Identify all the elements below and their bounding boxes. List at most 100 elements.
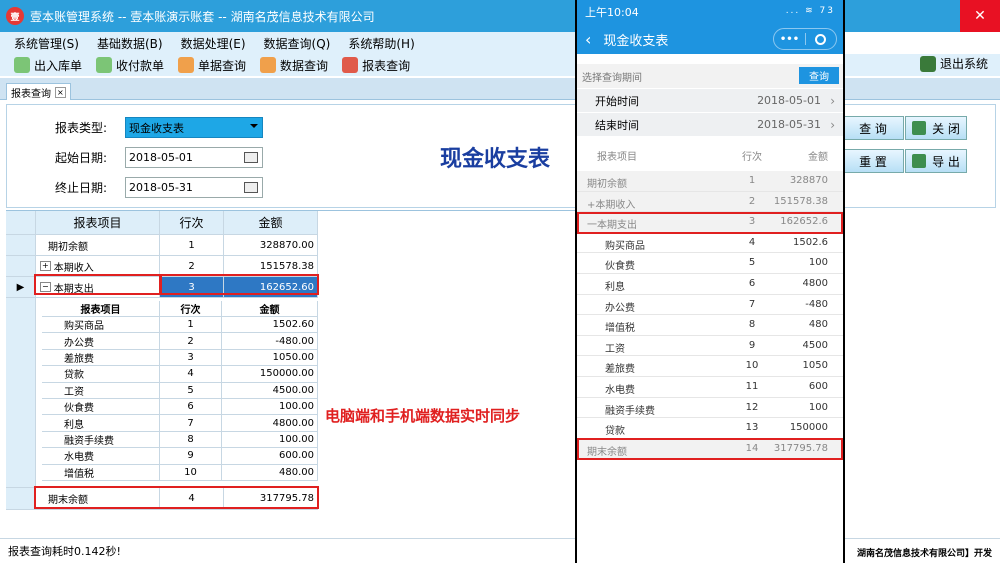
export-button[interactable]: 导 出 [905,149,967,173]
sub-row-name[interactable]: 融资手续费 [42,431,160,449]
exit-system-button[interactable]: 退出系统 [919,55,988,72]
phone-title: 现金收支表 [603,33,669,49]
chevron-right-icon: › [830,117,835,132]
sub-row-amount[interactable]: 100.00 [222,431,318,449]
back-icon[interactable]: ‹ [585,30,591,49]
menu-basic-data[interactable]: 基础数据(B) [97,35,163,52]
mobile-row-name: +本期收入 [587,199,636,211]
query-button[interactable]: 查 询 [842,116,904,140]
sub-row-line[interactable]: 3 [160,349,222,367]
end-time-row[interactable]: 结束时间 2018-05-31 › [577,113,843,137]
mobile-list-item[interactable]: 增值税 8 480 [577,315,843,336]
mobile-row-name: 办公费 [605,302,635,314]
report-type-select[interactable]: 现金收支表 [125,117,263,138]
mobile-list-item[interactable]: 利息 6 4800 [577,274,843,295]
start-date-picker[interactable]: 2018-05-01 [125,147,263,168]
toolbar-inventory-button[interactable]: 出入库单 [14,57,82,74]
sub-row-name[interactable]: 购买商品 [42,317,160,334]
sub-row-name[interactable]: 伙食费 [42,399,160,416]
sub-row-amount[interactable]: 4500.00 [222,382,318,399]
mobile-row-line: 1 [748,175,756,186]
mobile-list-item[interactable]: 办公费 7 -480 [577,295,843,316]
tab-close-icon[interactable]: × [55,86,66,98]
sub-row-line[interactable]: 10 [160,464,222,481]
sub-row-amount[interactable]: 150000.00 [222,366,318,383]
menu-data-query[interactable]: 数据查询(Q) [264,35,331,52]
calendar-icon[interactable] [244,152,258,163]
mobile-list-item[interactable]: 水电费 11 600 [577,377,843,398]
mobile-row-name: 增值税 [605,323,635,335]
sub-column-header[interactable]: 报表项目 [42,301,160,317]
close-button[interactable]: 关 闭 [905,116,967,140]
sub-row-line[interactable]: 4 [160,366,222,383]
mobile-list-item[interactable]: +本期收入 2 151578.38 [577,191,843,213]
row-name: 期初余额 [48,241,88,253]
sub-row-amount[interactable]: 600.00 [222,448,318,465]
sub-row-name[interactable]: 差旅费 [42,349,160,367]
sub-row-name[interactable]: 利息 [42,415,160,432]
mobile-row-line: 4 [748,236,756,248]
mobile-row-name: 购买商品 [605,240,645,252]
developer-credit: 湖南名茂信息技术有限公司】开发 [856,549,992,559]
mobile-row-name: 期初余额 [587,179,627,190]
sub-row-name[interactable]: 增值税 [42,464,160,481]
menu-system[interactable]: 系统管理(S) [14,35,79,52]
mobile-query-button[interactable]: 查询 [799,67,839,84]
table-row-name[interactable]: 期初余额 [36,235,160,256]
close-window-button[interactable]: ✕ [960,0,1000,32]
menu-help[interactable]: 系统帮助(H) [348,35,414,52]
toolbar-report-query-button[interactable]: 报表查询 [342,57,410,74]
mobile-list-item[interactable]: 期初余额 1 328870 [577,171,843,192]
mobile-list-item[interactable]: 融资手续费 12 100 [577,398,843,419]
sub-row-line[interactable]: 2 [160,333,222,350]
menu-bar: 系统管理(S) 基础数据(B) 数据处理(E) 数据查询(Q) 系统帮助(H) [0,32,575,54]
sub-row-line[interactable]: 5 [160,382,222,399]
start-date-value: 2018-05-01 [129,151,193,164]
more-icon[interactable]: ••• [774,34,805,45]
mobile-list-item[interactable]: 购买商品 4 1502.6 [577,233,843,254]
toolbar-payment-button[interactable]: 收付款单 [96,57,164,74]
mobile-list-item[interactable]: 伙食费 5 100 [577,253,843,274]
sub-row-line[interactable]: 6 [160,399,222,416]
mobile-row-line: 6 [748,278,756,289]
calendar-icon[interactable] [244,182,258,193]
reset-button[interactable]: 重 置 [842,149,904,173]
sub-row-name[interactable]: 办公费 [42,333,160,350]
row-indicator[interactable] [6,256,36,277]
column-header[interactable]: 金额 [224,211,318,235]
sub-row-amount[interactable]: 100.00 [222,399,318,416]
sub-row-line[interactable]: 7 [160,415,222,432]
table-row-line[interactable]: 1 [160,235,224,256]
column-header[interactable]: 报表项目 [36,211,160,235]
column-header[interactable]: 行次 [160,211,224,235]
sub-row-name[interactable]: 水电费 [42,448,160,465]
close-mini-program-icon[interactable] [806,33,836,45]
sub-column-header[interactable]: 行次 [160,301,222,317]
end-date-label: 终止日期: [55,181,108,195]
mobile-list-item[interactable]: 差旅费 10 1050 [577,356,843,377]
expand-icon[interactable]: + [40,261,51,271]
row-indicator[interactable] [6,235,36,256]
sub-column-header[interactable]: 金额 [222,301,318,317]
sub-row-name[interactable]: 贷款 [42,366,160,383]
start-time-row[interactable]: 开始时间 2018-05-01 › [577,89,843,113]
sub-row-amount[interactable]: 1502.60 [222,317,318,334]
sub-row-line[interactable]: 8 [160,431,222,449]
sub-row-line[interactable]: 1 [160,317,222,334]
sub-row-amount[interactable]: 480.00 [222,464,318,481]
mobile-list-item[interactable]: 工资 9 4500 [577,336,843,357]
toolbar-data-query-button[interactable]: 数据查询 [260,57,328,74]
tab-strip: 报表查询 × [0,78,1000,100]
mobile-list-item[interactable]: 贷款 13 150000 [577,418,843,439]
tab-report-query[interactable]: 报表查询 × [6,83,71,100]
toolbar-document-query-button[interactable]: 单据查询 [178,57,246,74]
sub-row-amount[interactable]: -480.00 [222,333,318,350]
sub-row-name[interactable]: 工资 [42,382,160,399]
current-row-indicator[interactable]: ▶ [6,277,36,298]
end-date-picker[interactable]: 2018-05-31 [125,177,263,198]
sub-row-line[interactable]: 9 [160,448,222,465]
sub-row-amount[interactable]: 1050.00 [222,349,318,367]
sub-row-amount[interactable]: 4800.00 [222,415,318,432]
table-row-amount[interactable]: 328870.00 [224,235,318,256]
menu-data-processing[interactable]: 数据处理(E) [181,35,246,52]
